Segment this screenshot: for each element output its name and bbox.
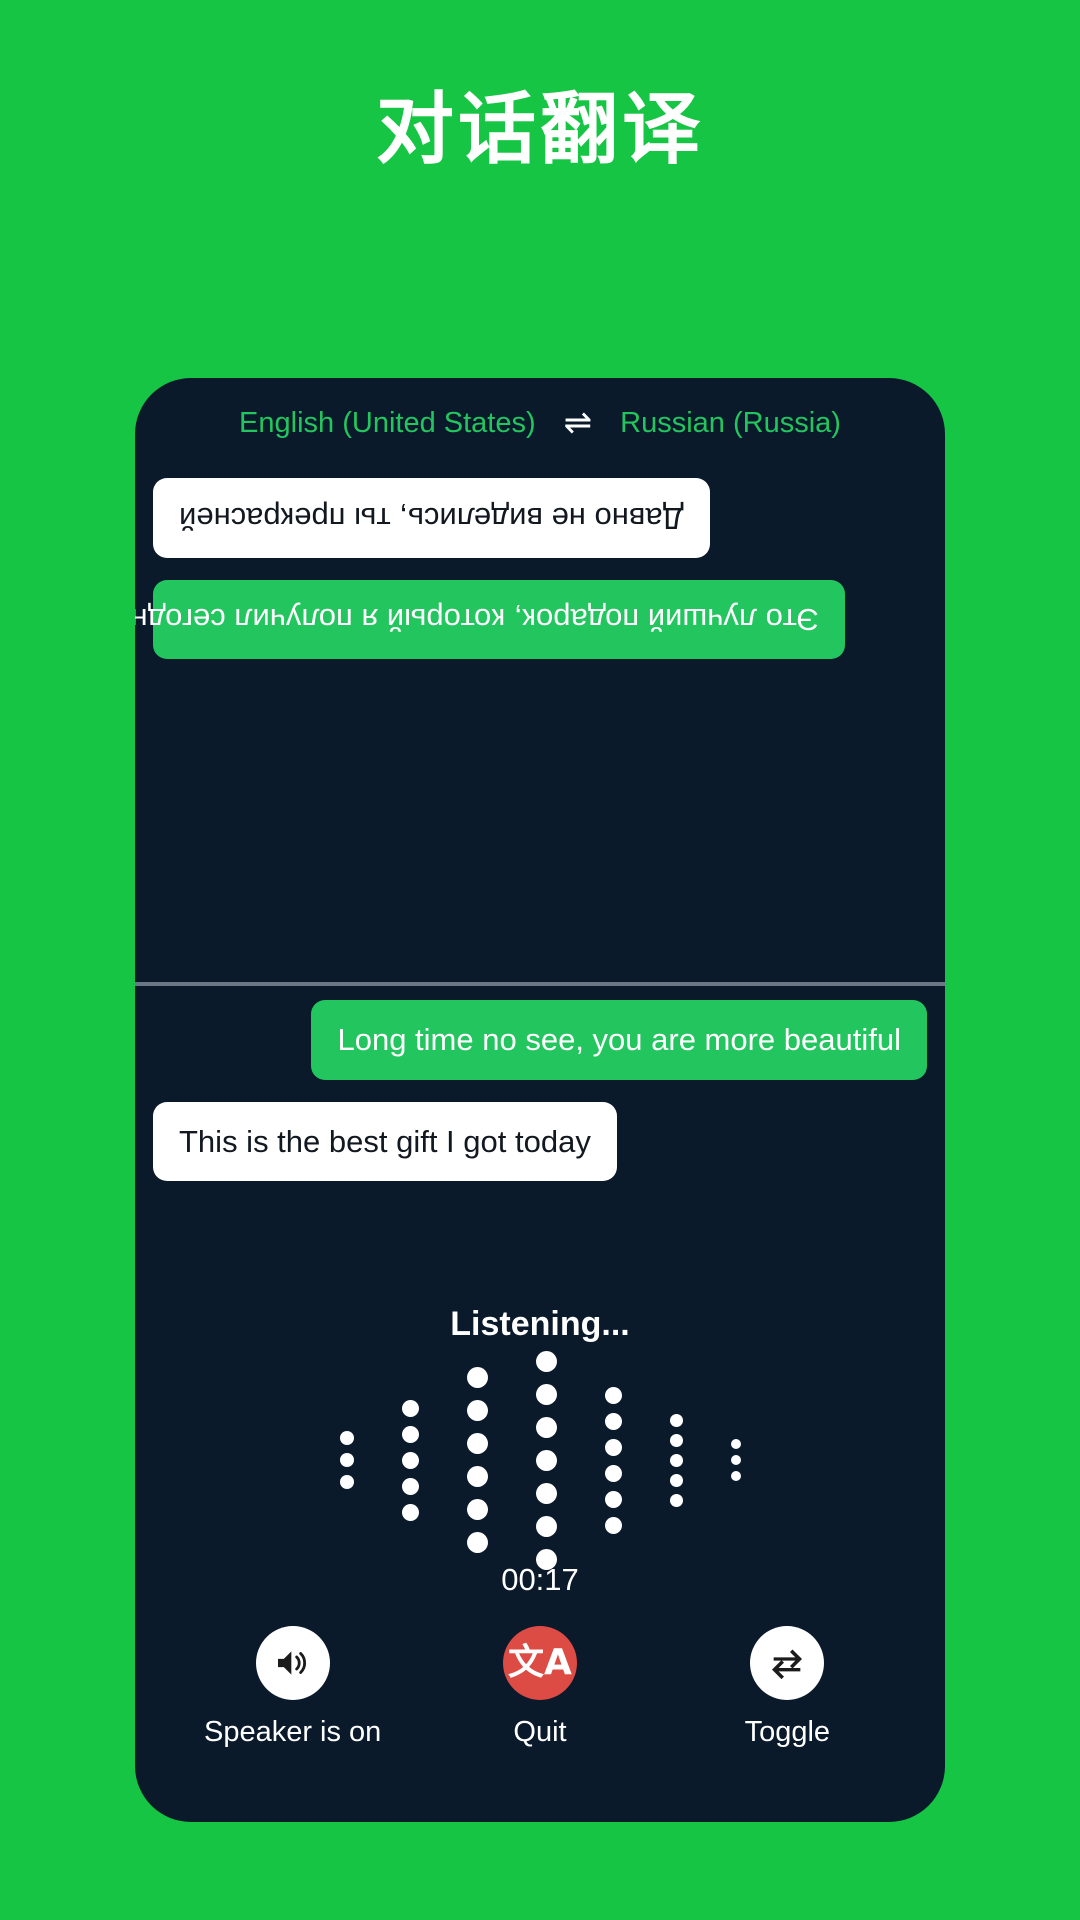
message-row: Это лучший подарок, который я получил се… bbox=[135, 579, 927, 660]
source-language-selector[interactable]: English (United States) bbox=[239, 407, 536, 440]
waveform-dot bbox=[466, 1400, 488, 1421]
quit-button-label: Quit bbox=[513, 1716, 567, 1748]
quit-button-circle[interactable]: 文A bbox=[502, 1626, 577, 1700]
waveform-dot bbox=[466, 1499, 488, 1520]
waveform-dot bbox=[466, 1466, 488, 1487]
waveform-dot bbox=[730, 1455, 741, 1465]
waveform-dot bbox=[466, 1532, 488, 1553]
waveform-dot bbox=[466, 1433, 488, 1454]
panel-divider bbox=[135, 982, 945, 986]
waveform-dot bbox=[604, 1464, 622, 1482]
message-row: This is the best gift I got today bbox=[153, 1101, 927, 1182]
waveform-dot bbox=[604, 1412, 622, 1430]
waveform-dot bbox=[401, 1399, 419, 1417]
waveform-dot bbox=[535, 1383, 557, 1405]
waveform-column bbox=[339, 1431, 354, 1489]
waveform-dot bbox=[730, 1471, 741, 1481]
message-bubble-translated-1[interactable]: Это лучший подарок, который я получил се… bbox=[135, 579, 845, 660]
speaker-on-icon bbox=[277, 1651, 306, 1675]
waveform-dot bbox=[535, 1449, 557, 1471]
waveform-column bbox=[730, 1439, 741, 1481]
waveform-dot bbox=[339, 1431, 354, 1445]
waveform-dot bbox=[669, 1453, 683, 1467]
message-bubble-source-2[interactable]: This is the best gift I got today bbox=[153, 1101, 617, 1182]
waveform-dot bbox=[669, 1493, 683, 1507]
waveform-dot bbox=[604, 1386, 622, 1404]
toggle-button[interactable]: Toggle bbox=[682, 1626, 892, 1749]
recording-timer: 00:17 bbox=[501, 1562, 579, 1597]
waveform-column bbox=[669, 1413, 683, 1507]
page-title: 对话翻译 bbox=[375, 85, 704, 175]
message-bubble-source-1[interactable]: Long time no see, you are more beautiful bbox=[311, 1000, 927, 1080]
quit-button[interactable]: 文A Quit bbox=[435, 1626, 645, 1749]
waveform-column bbox=[401, 1399, 419, 1521]
waveform-dot bbox=[401, 1451, 419, 1469]
waveform-dot bbox=[339, 1475, 354, 1489]
waveform-dot bbox=[604, 1438, 622, 1456]
speaker-toggle-button[interactable]: Speaker is on bbox=[188, 1626, 398, 1749]
toggle-button-circle[interactable] bbox=[750, 1626, 825, 1700]
waveform-dot bbox=[339, 1453, 354, 1467]
toggle-button-label: Toggle bbox=[744, 1716, 831, 1748]
translate-icon: 文A bbox=[508, 1642, 572, 1683]
waveform-dot bbox=[730, 1439, 741, 1449]
repeat-swap-icon bbox=[772, 1649, 803, 1680]
message-bubble-translated-2[interactable]: Давно не виделись, ты прекрасней bbox=[153, 478, 710, 558]
language-bar: English (United States) ⇌ Russian (Russi… bbox=[135, 406, 945, 440]
waveform-dot bbox=[604, 1516, 622, 1534]
waveform-column bbox=[535, 1350, 557, 1570]
speaker-button-label: Speaker is on bbox=[203, 1716, 382, 1748]
speaker-button-circle[interactable] bbox=[255, 1626, 330, 1700]
waveform-dot bbox=[401, 1477, 419, 1495]
waveform-dot bbox=[535, 1515, 557, 1537]
waveform-dot bbox=[669, 1433, 683, 1447]
message-row: Long time no see, you are more beautiful bbox=[153, 1000, 927, 1080]
waveform-column bbox=[604, 1386, 622, 1534]
target-language-selector[interactable]: Russian (Russia) bbox=[620, 407, 841, 440]
swap-languages-icon[interactable]: ⇌ bbox=[564, 406, 593, 440]
waveform-dot bbox=[401, 1503, 419, 1521]
message-row: Давно не виделись, ты прекрасней bbox=[153, 478, 927, 558]
waveform-column bbox=[466, 1367, 488, 1553]
action-button-row: Speaker is on 文A Quit Toggle bbox=[135, 1626, 945, 1749]
waveform-dot bbox=[669, 1413, 683, 1427]
waveform-dot bbox=[604, 1490, 622, 1508]
waveform-dot bbox=[535, 1416, 557, 1438]
listening-status-label: Listening... bbox=[450, 1305, 630, 1343]
waveform-dot bbox=[466, 1367, 488, 1388]
source-conversation-panel: Long time no see, you are more beautiful… bbox=[135, 1000, 945, 1182]
phone-card: English (United States) ⇌ Russian (Russi… bbox=[135, 378, 945, 1822]
waveform-dot bbox=[401, 1425, 419, 1443]
waveform-dot bbox=[669, 1473, 683, 1487]
waveform-dot bbox=[535, 1350, 557, 1372]
audio-waveform bbox=[135, 1350, 945, 1570]
waveform-dot bbox=[535, 1482, 557, 1504]
translated-conversation-panel: Это лучший подарок, который я получил се… bbox=[135, 478, 945, 982]
